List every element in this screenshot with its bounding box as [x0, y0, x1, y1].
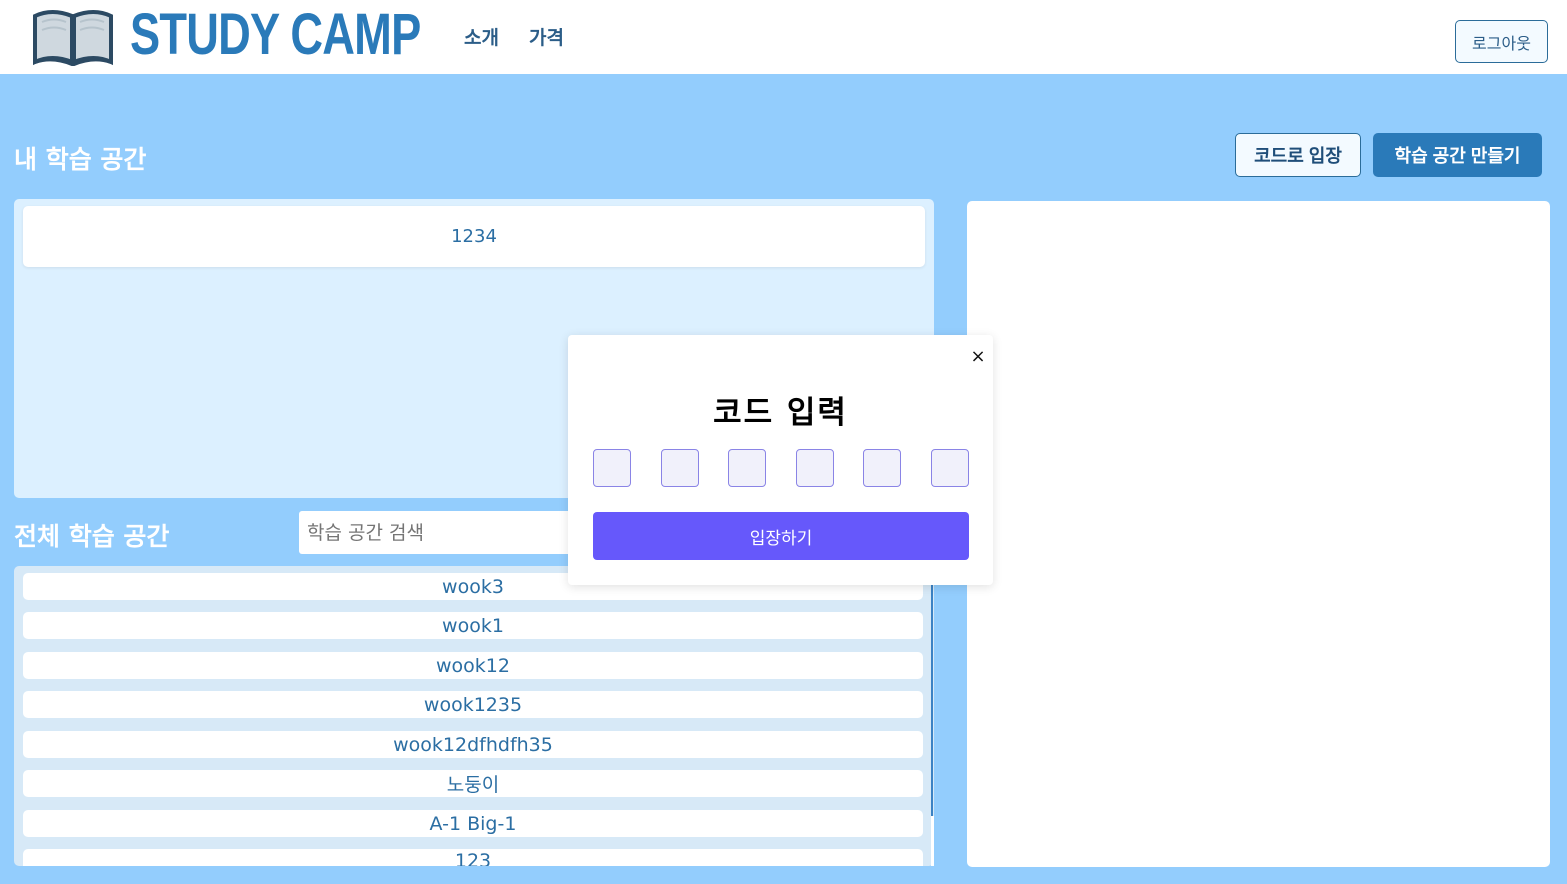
enter-submit-button[interactable]: 입장하기 — [593, 512, 969, 560]
code-digit-input[interactable] — [796, 449, 834, 487]
nav-pricing-link[interactable]: 가격 — [529, 23, 564, 50]
nav-intro-link[interactable]: 소개 — [464, 23, 499, 50]
code-digit-input[interactable] — [863, 449, 901, 487]
code-digit-input[interactable] — [593, 449, 631, 487]
logout-button[interactable]: 로그아웃 — [1455, 20, 1548, 63]
close-icon[interactable]: × — [970, 345, 986, 367]
top-header: STUDY CAMP 소개 가격 로그아웃 — [0, 0, 1567, 74]
book-icon[interactable] — [32, 6, 114, 66]
modal-title: 코드 입력 — [713, 395, 848, 431]
enter-by-code-button[interactable]: 코드로 입장 — [1235, 133, 1361, 177]
create-space-button[interactable]: 학습 공간 만들기 — [1373, 133, 1542, 177]
list-item[interactable]: A-1 Big-1 — [23, 810, 923, 837]
all-space-title: 전체 학습 공간 — [14, 522, 170, 551]
list-item[interactable]: wook1235 — [23, 691, 923, 718]
list-item[interactable]: wook1 — [23, 612, 923, 639]
code-digit-input[interactable] — [661, 449, 699, 487]
scrollbar-thumb[interactable] — [931, 570, 933, 816]
list-item[interactable]: 노둥이 — [23, 770, 923, 797]
list-item[interactable]: 123 — [23, 849, 923, 866]
space-search-input[interactable] — [299, 511, 589, 554]
list-item[interactable]: wook12dfhdfh35 — [23, 731, 923, 758]
logo-text[interactable]: STUDY CAMP — [130, 4, 421, 66]
detail-panel — [967, 201, 1550, 867]
my-space-item[interactable]: 1234 — [23, 206, 925, 267]
code-digit-input[interactable] — [931, 449, 969, 487]
code-digit-input[interactable] — [728, 449, 766, 487]
scrollbar-track[interactable] — [931, 816, 934, 866]
my-space-title: 내 학습 공간 — [14, 145, 147, 174]
all-space-list[interactable]: wook3 wook1 wook12 wook1235 wook12dfhdfh… — [14, 566, 934, 866]
code-input-modal: × 코드 입력 입장하기 — [568, 335, 993, 585]
list-item[interactable]: wook12 — [23, 652, 923, 679]
